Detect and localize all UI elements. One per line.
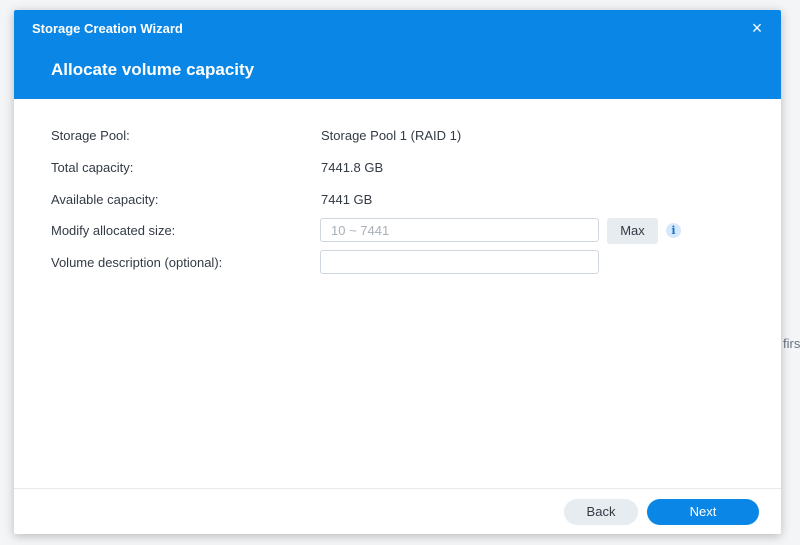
dialog-footer: Back Next: [14, 488, 781, 534]
close-icon[interactable]: ×: [747, 18, 767, 38]
total-capacity-row: Total capacity: 7441.8 GB: [51, 156, 751, 180]
info-icon[interactable]: i: [666, 223, 681, 238]
allocated-size-input[interactable]: [320, 218, 599, 242]
dialog-header: Storage Creation Wizard × Allocate volum…: [14, 10, 781, 99]
allocated-size-label: Modify allocated size:: [51, 223, 176, 238]
step-title: Allocate volume capacity: [51, 60, 255, 79]
back-button[interactable]: Back: [564, 499, 638, 525]
next-button[interactable]: Next: [647, 499, 759, 525]
max-button[interactable]: Max: [607, 218, 658, 244]
wizard-title: Storage Creation Wizard: [32, 21, 183, 36]
volume-description-row: Volume description (optional):: [51, 250, 751, 275]
total-capacity-label: Total capacity:: [51, 160, 134, 175]
volume-description-input[interactable]: [320, 250, 599, 274]
volume-description-label: Volume description (optional):: [51, 255, 223, 270]
available-capacity-value: 7441 GB: [321, 192, 373, 207]
storage-pool-row: Storage Pool: Storage Pool 1 (RAID 1): [51, 124, 751, 148]
storage-pool-value: Storage Pool 1 (RAID 1): [321, 128, 462, 143]
allocated-size-row: Modify allocated size: Max i: [51, 218, 751, 244]
storage-pool-label: Storage Pool:: [51, 128, 130, 143]
available-capacity-row: Available capacity: 7441 GB: [51, 188, 751, 212]
available-capacity-label: Available capacity:: [51, 192, 159, 207]
background-window-text: firs: [783, 336, 800, 351]
storage-creation-wizard-dialog: Storage Creation Wizard × Allocate volum…: [14, 10, 781, 534]
total-capacity-value: 7441.8 GB: [321, 160, 384, 175]
